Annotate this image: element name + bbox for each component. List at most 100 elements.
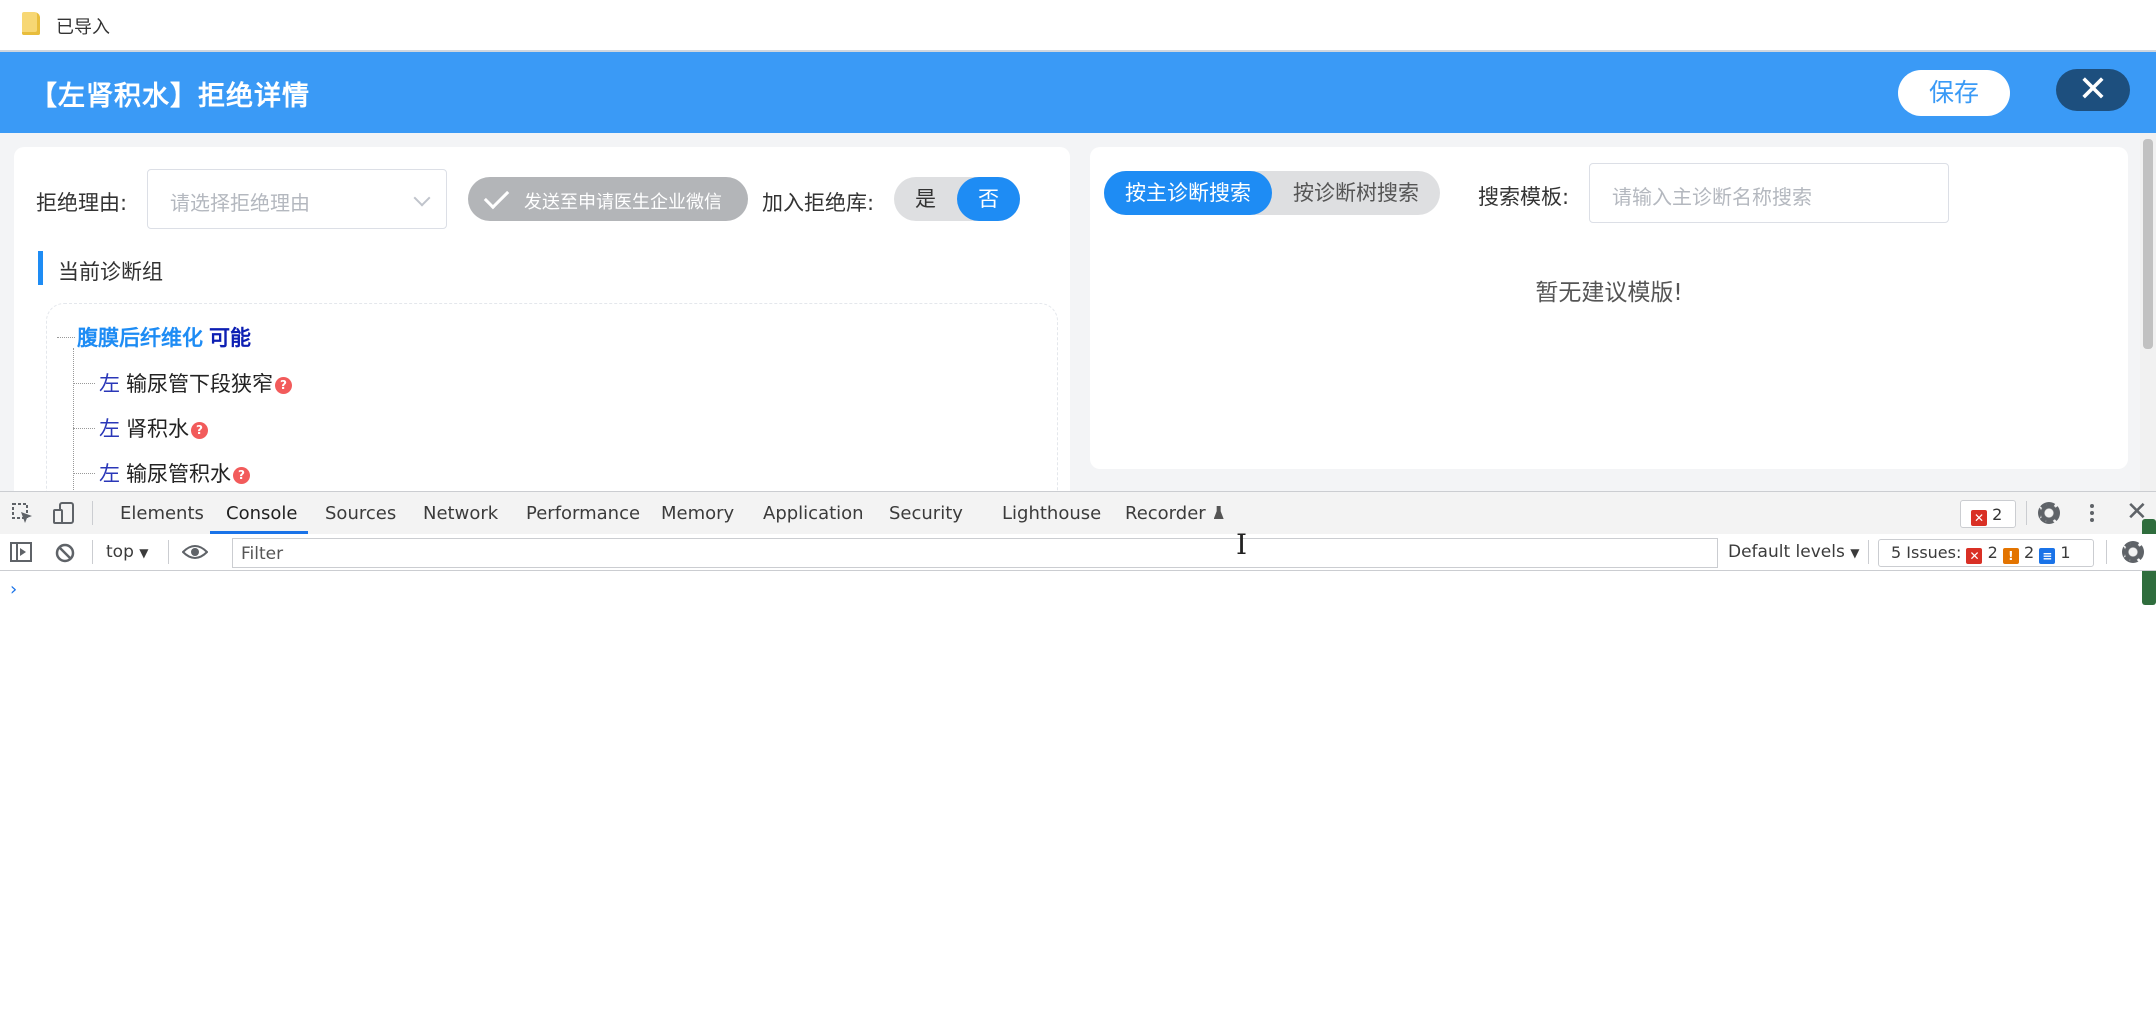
reject-db-toggle: 是 否 bbox=[894, 177, 1020, 221]
sidebar-toggle-icon[interactable] bbox=[10, 542, 32, 562]
app-scrollbar[interactable] bbox=[2140, 133, 2156, 491]
eye-icon[interactable] bbox=[182, 543, 208, 561]
tree-connector bbox=[73, 348, 74, 491]
tree-item-label: 肾积水 bbox=[126, 417, 189, 441]
help-icon[interactable]: ? bbox=[233, 467, 250, 484]
reject-db-label: 加入拒绝库: bbox=[762, 191, 875, 215]
folder-file-icon bbox=[22, 12, 40, 35]
device-toggle-icon[interactable] bbox=[52, 501, 76, 525]
tree-connector bbox=[73, 383, 95, 384]
console-filter-input[interactable]: Filter bbox=[232, 538, 1718, 568]
reason-placeholder: 请选择拒绝理由 bbox=[170, 191, 310, 215]
template-label: 搜索模板: bbox=[1478, 185, 1570, 209]
experiment-flask-icon bbox=[1213, 506, 1224, 519]
send-wechat-button[interactable]: 发送至申请医生企业微信 bbox=[468, 177, 748, 221]
search-placeholder: 请输入主诊断名称搜索 bbox=[1612, 185, 1812, 209]
search-mode-tabs: 按主诊断搜索 按诊断树搜索 bbox=[1104, 171, 1440, 215]
tree-root-tag: 可能 bbox=[209, 326, 251, 350]
tree-connector bbox=[73, 428, 95, 429]
diagnosis-tree: 腹膜后纤维化 可能 左输尿管下段狭窄? 左肾积水? 左输尿管积水? bbox=[46, 303, 1058, 491]
error-icon: ✕ bbox=[1966, 548, 1983, 564]
text-cursor-icon: I bbox=[1236, 528, 1248, 561]
console-settings-gear-icon[interactable] bbox=[2122, 541, 2144, 563]
scrollbar-thumb[interactable] bbox=[2143, 139, 2153, 349]
inspect-element-icon[interactable] bbox=[12, 503, 34, 525]
settings-gear-icon[interactable] bbox=[2038, 502, 2060, 524]
close-button[interactable]: ✕ bbox=[2056, 69, 2130, 111]
divider bbox=[92, 501, 93, 525]
issues-button[interactable]: 5 Issues: ✕ 2 ! 2 ≡ 1 bbox=[1878, 539, 2094, 567]
dropdown-arrow-icon: ▼ bbox=[1850, 546, 1860, 560]
tab-console[interactable]: Console bbox=[226, 503, 297, 524]
section-accent-bar bbox=[38, 251, 43, 285]
divider bbox=[2026, 501, 2027, 525]
log-levels-dropdown[interactable]: Default levels ▼ bbox=[1728, 542, 1859, 562]
divider bbox=[2106, 540, 2107, 564]
help-icon[interactable]: ? bbox=[191, 422, 208, 439]
more-options-icon[interactable] bbox=[2090, 504, 2094, 508]
reason-select[interactable]: 请选择拒绝理由 bbox=[147, 169, 447, 229]
reject-panel: 拒绝理由: 请选择拒绝理由 发送至申请医生企业微信 加入拒绝库: 是 否 当前诊… bbox=[14, 147, 1070, 491]
tab-diagnosis-tree[interactable]: 按诊断树搜索 bbox=[1272, 171, 1440, 215]
tree-connector bbox=[73, 473, 95, 474]
error-count: 2 bbox=[1992, 505, 2003, 524]
devtools-tabbar: Elements Console Sources Network Perform… bbox=[0, 491, 2156, 605]
tree-root-label: 腹膜后纤维化 bbox=[77, 326, 203, 350]
console-prompt[interactable]: › bbox=[10, 579, 17, 600]
tab-lighthouse[interactable]: Lighthouse bbox=[1002, 503, 1101, 524]
divider bbox=[1868, 540, 1869, 564]
window-title: 已导入 bbox=[56, 17, 110, 38]
issues-info-count: 1 bbox=[2060, 543, 2071, 562]
divider bbox=[92, 540, 93, 564]
tab-sources[interactable]: Sources bbox=[325, 503, 396, 524]
tree-item[interactable]: 左肾积水? bbox=[99, 413, 208, 443]
dropdown-arrow-icon: ▼ bbox=[139, 546, 149, 560]
tab-memory[interactable]: Memory bbox=[661, 503, 734, 524]
tree-item[interactable]: 左输尿管积水? bbox=[99, 458, 250, 488]
divider bbox=[168, 540, 169, 564]
tree-item[interactable]: 左输尿管下段狭窄? bbox=[99, 368, 292, 398]
tree-item-side: 左 bbox=[99, 417, 120, 441]
tab-main-diagnosis[interactable]: 按主诊断搜索 bbox=[1104, 171, 1272, 215]
toggle-yes[interactable]: 是 bbox=[894, 177, 957, 221]
check-icon bbox=[483, 183, 510, 210]
reason-label: 拒绝理由: bbox=[36, 191, 128, 215]
empty-message: 暂无建议模版! bbox=[1535, 280, 1683, 306]
template-search-input[interactable]: 请输入主诊断名称搜索 bbox=[1589, 163, 1949, 223]
tree-root[interactable]: 腹膜后纤维化 可能 bbox=[77, 322, 251, 352]
warning-icon: ! bbox=[2002, 548, 2019, 564]
chevron-down-icon bbox=[413, 189, 431, 207]
clear-console-icon[interactable] bbox=[54, 542, 76, 564]
error-icon: ✕ bbox=[1971, 510, 1987, 526]
window-titlebar: 已导入 bbox=[0, 0, 2156, 52]
info-icon: ≡ bbox=[2039, 548, 2056, 564]
send-wechat-label: 发送至申请医生企业微信 bbox=[524, 192, 722, 213]
issues-label: 5 Issues: bbox=[1891, 543, 1962, 562]
tab-recorder-label: Recorder bbox=[1125, 503, 1206, 524]
devtools-panel: Elements Console Sources Network Perform… bbox=[0, 491, 2156, 1032]
dialog-header: 【左肾积水】拒绝详情 保存 ✕ bbox=[0, 52, 2156, 133]
tab-performance[interactable]: Performance bbox=[526, 503, 640, 524]
context-value: top bbox=[106, 542, 134, 562]
tree-connector bbox=[57, 337, 75, 338]
context-selector[interactable]: top ▼ bbox=[106, 542, 149, 562]
issues-error-count: 2 bbox=[1987, 543, 1998, 562]
tree-item-side: 左 bbox=[99, 462, 120, 486]
tab-elements[interactable]: Elements bbox=[120, 503, 204, 524]
console-toolbar: top ▼ Filter Default levels ▼ 5 Issues: … bbox=[0, 534, 2156, 571]
toggle-no[interactable]: 否 bbox=[957, 177, 1020, 221]
tab-application[interactable]: Application bbox=[763, 503, 864, 524]
error-count-badge[interactable]: ✕ 2 bbox=[1960, 500, 2016, 528]
tree-item-side: 左 bbox=[99, 372, 120, 396]
group-title: 当前诊断组 bbox=[58, 260, 163, 284]
help-icon[interactable]: ? bbox=[275, 377, 292, 394]
tab-security[interactable]: Security bbox=[889, 503, 963, 524]
tree-item-label: 输尿管下段狭窄 bbox=[126, 372, 273, 396]
tab-network[interactable]: Network bbox=[423, 503, 498, 524]
tab-recorder[interactable]: Recorder bbox=[1125, 503, 1224, 524]
save-button[interactable]: 保存 bbox=[1898, 70, 2010, 116]
log-levels-label: Default levels bbox=[1728, 542, 1845, 562]
dialog-body: 拒绝理由: 请选择拒绝理由 发送至申请医生企业微信 加入拒绝库: 是 否 当前诊… bbox=[0, 133, 2140, 491]
filter-placeholder: Filter bbox=[241, 544, 284, 564]
template-search-panel: 按主诊断搜索 按诊断树搜索 搜索模板: 请输入主诊断名称搜索 暂无建议模版! bbox=[1090, 147, 2128, 469]
